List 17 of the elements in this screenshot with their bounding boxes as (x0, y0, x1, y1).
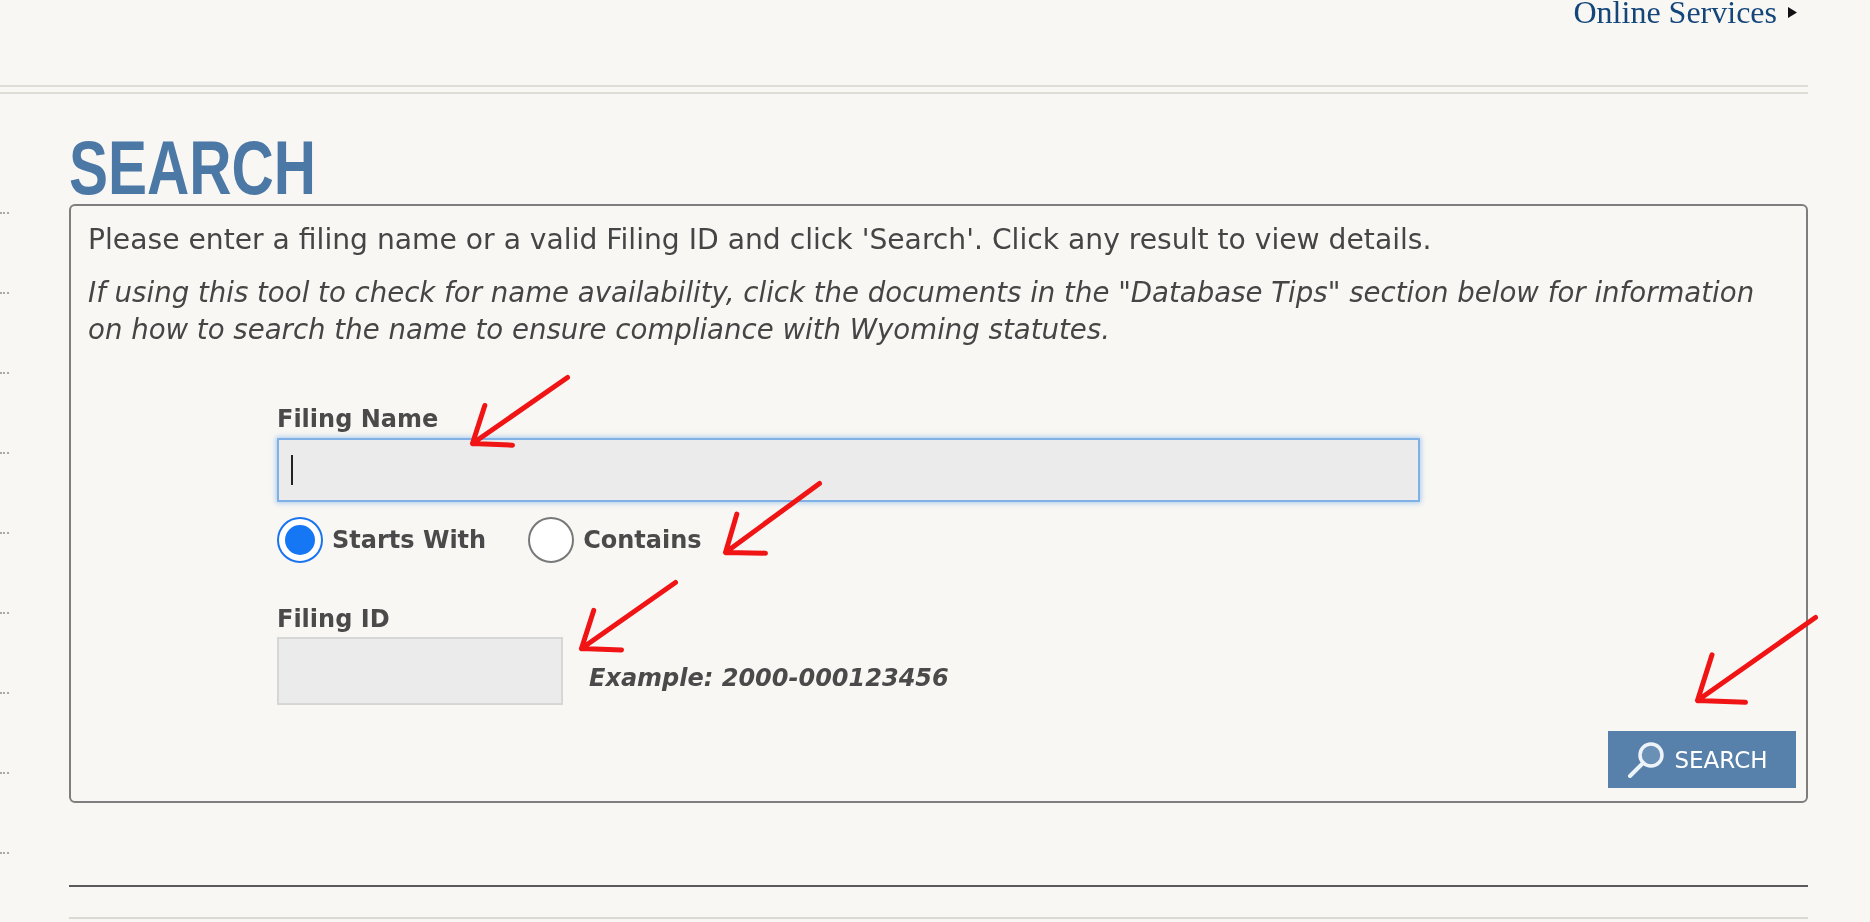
instructions-text: Please enter a filing name or a valid Filing ID and click 'Search'. Click any result to view details. (88, 222, 1433, 258)
search-icon (1626, 739, 1667, 780)
radio-label[interactable]: Starts With (332, 525, 487, 555)
input-field[interactable] (277, 637, 563, 705)
text-cursor (291, 455, 293, 485)
radio-button[interactable] (277, 517, 323, 563)
field-label: Filing Name (277, 404, 439, 434)
radio-button[interactable] (528, 517, 575, 563)
example-hint: Example: 2000-000123456 (589, 663, 949, 693)
radio-label[interactable]: Contains (583, 525, 702, 555)
nav-link[interactable]: Online Services (1573, 0, 1797, 24)
note-text: If using this tool to check for name availability, click the documents in the "Database Tips" section below for information on how to search the name to ensure compliance with Wyoming statutes. (88, 275, 1756, 348)
field-label: Filing ID (277, 604, 390, 634)
page-heading: SEARCH (69, 135, 317, 201)
input-field[interactable] (277, 438, 1420, 502)
triangle-icon (1788, 6, 1797, 18)
search-button[interactable]: SEARCH (1608, 731, 1796, 788)
